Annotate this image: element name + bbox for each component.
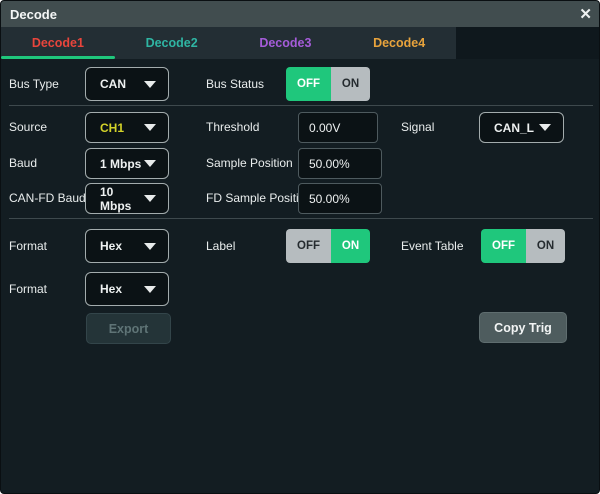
baud-label: Baud bbox=[9, 148, 37, 179]
source-label: Source bbox=[9, 112, 47, 143]
chevron-down-icon bbox=[144, 243, 156, 250]
bus-status-off[interactable]: OFF bbox=[286, 67, 331, 101]
format-dropdown[interactable]: Hex bbox=[85, 229, 169, 263]
bus-status-label: Bus Status bbox=[206, 67, 264, 101]
divider bbox=[9, 105, 593, 106]
chevron-down-icon bbox=[144, 81, 156, 88]
source-dropdown[interactable]: CH1 bbox=[85, 112, 169, 143]
threshold-input[interactable]: 0.00V bbox=[298, 112, 378, 143]
tab-strip: Decode1 Decode2 Decode3 Decode4 bbox=[1, 27, 456, 59]
bus-type-value: CAN bbox=[100, 77, 126, 91]
bus-status-toggle[interactable]: OFF ON bbox=[286, 67, 370, 101]
chevron-down-icon bbox=[144, 195, 156, 202]
threshold-value: 0.00V bbox=[309, 121, 340, 135]
tab-decode1-label: Decode1 bbox=[32, 36, 84, 50]
fd-sample-position-input[interactable]: 50.00% bbox=[298, 183, 382, 214]
event-table-on[interactable]: ON bbox=[526, 229, 565, 263]
format2-label: Format bbox=[9, 272, 47, 306]
event-table-label: Event Table bbox=[401, 229, 464, 263]
signal-dropdown[interactable]: CAN_L bbox=[479, 112, 564, 143]
canfd-baud-dropdown[interactable]: 10 Mbps bbox=[85, 183, 169, 214]
sample-position-label: Sample Position bbox=[206, 148, 293, 179]
tab-decode4[interactable]: Decode4 bbox=[342, 27, 456, 59]
sample-position-value: 50.00% bbox=[309, 157, 350, 171]
format-value: Hex bbox=[100, 239, 122, 253]
tab-decode3[interactable]: Decode3 bbox=[229, 27, 343, 59]
event-table-toggle[interactable]: OFF ON bbox=[481, 229, 565, 263]
baud-value: 1 Mbps bbox=[100, 157, 141, 171]
signal-value: CAN_L bbox=[494, 121, 534, 135]
tab-decode3-label: Decode3 bbox=[259, 36, 311, 50]
baud-dropdown[interactable]: 1 Mbps bbox=[85, 148, 169, 179]
format-label: Format bbox=[9, 229, 47, 263]
copy-trig-button[interactable]: Copy Trig bbox=[479, 312, 567, 343]
threshold-label: Threshold bbox=[206, 112, 259, 143]
active-tab-underline bbox=[1, 56, 115, 59]
label-toggle-off[interactable]: OFF bbox=[286, 229, 331, 263]
decode-dialog: Decode ✕ Decode1 Decode2 Decode3 Decode4… bbox=[0, 0, 600, 494]
label-toggle-on[interactable]: ON bbox=[331, 229, 370, 263]
label-toggle[interactable]: OFF ON bbox=[286, 229, 370, 263]
event-table-off[interactable]: OFF bbox=[481, 229, 526, 263]
dialog-title: Decode bbox=[10, 7, 57, 22]
label-toggle-label: Label bbox=[206, 229, 235, 263]
tab-decode1[interactable]: Decode1 bbox=[1, 27, 115, 59]
format2-dropdown[interactable]: Hex bbox=[85, 272, 169, 306]
bus-type-dropdown[interactable]: CAN bbox=[85, 67, 169, 101]
chevron-down-icon bbox=[144, 124, 156, 131]
chevron-down-icon bbox=[144, 286, 156, 293]
close-icon[interactable]: ✕ bbox=[579, 7, 592, 22]
title-bar: Decode ✕ bbox=[1, 1, 600, 27]
export-button[interactable]: Export bbox=[86, 313, 171, 344]
bus-status-on[interactable]: ON bbox=[331, 67, 370, 101]
tab-decode2-label: Decode2 bbox=[146, 36, 198, 50]
chevron-down-icon bbox=[144, 160, 156, 167]
format2-value: Hex bbox=[100, 282, 122, 296]
fd-sample-position-label: FD Sample Position bbox=[206, 183, 312, 214]
canfd-baud-value: 10 Mbps bbox=[100, 185, 144, 213]
bus-type-label: Bus Type bbox=[9, 67, 59, 101]
tab-decode4-label: Decode4 bbox=[373, 36, 425, 50]
sample-position-input[interactable]: 50.00% bbox=[298, 148, 382, 179]
fd-sample-position-value: 50.00% bbox=[309, 192, 350, 206]
canfd-baud-label: CAN-FD Baud bbox=[9, 183, 86, 214]
chevron-down-icon bbox=[539, 124, 551, 131]
tab-decode2[interactable]: Decode2 bbox=[115, 27, 229, 59]
divider bbox=[9, 218, 593, 219]
signal-label: Signal bbox=[401, 112, 434, 143]
source-value: CH1 bbox=[100, 121, 124, 135]
